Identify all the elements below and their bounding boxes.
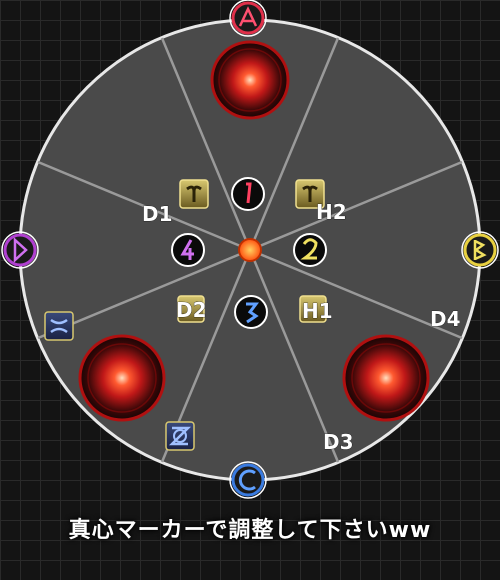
player-icon-d1 xyxy=(179,179,209,209)
role-label-d3: D3 xyxy=(323,430,354,454)
role-label-d4: D4 xyxy=(430,307,461,331)
role-label-d1: D1 xyxy=(142,202,173,226)
marker-1: 1 xyxy=(231,177,265,211)
marker-4: 4 xyxy=(171,233,205,267)
waymark-c: C xyxy=(229,461,267,499)
aoe-marker xyxy=(210,40,290,120)
waymark-b: B xyxy=(461,231,499,269)
role-label-d2: D2 xyxy=(176,298,207,322)
aoe-marker xyxy=(342,334,430,422)
waymark-d: D xyxy=(1,231,39,269)
arena-map: A B C D 1 2 3 4 xyxy=(1,0,499,499)
role-label-h2: H2 xyxy=(316,200,347,224)
center-dot xyxy=(238,238,262,262)
caption-text: 真心マーカーで調整して下さいww xyxy=(68,518,432,543)
player-icon-left xyxy=(44,311,74,341)
player-icon-bottom xyxy=(165,421,195,451)
marker-3: 3 xyxy=(234,295,268,329)
marker-2: 2 xyxy=(293,233,327,267)
aoe-marker xyxy=(78,334,166,422)
role-label-h1: H1 xyxy=(302,299,333,323)
waymark-a: A xyxy=(229,0,267,37)
